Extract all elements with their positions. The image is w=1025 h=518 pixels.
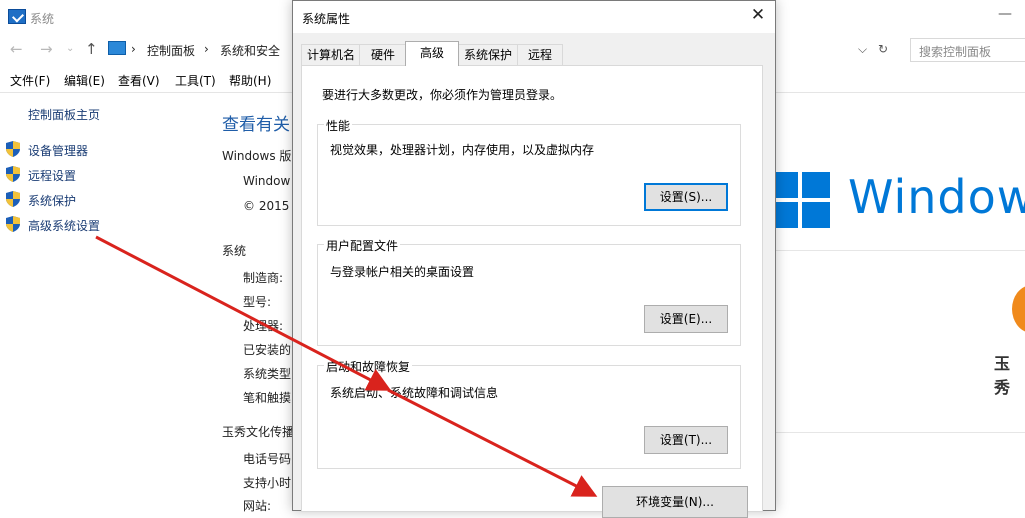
sidebar-item-advanced-settings[interactable]: 高级系统设置 [28,217,100,234]
section-divider [772,432,1025,433]
pen-touch-label: 笔和触摸 [243,391,292,405]
user-profiles-desc: 与登录帐户相关的桌面设置 [330,265,475,279]
forward-arrow-icon[interactable]: → [40,40,53,58]
section-divider [772,250,1025,251]
windows-logo-icon [770,172,832,230]
performance-desc: 视觉效果，处理器计划，内存使用，以及虚拟内存 [330,143,595,157]
system-app-icon [8,9,26,24]
advanced-tab-panel: 要进行大多数更改，你必须作为管理员登录。 性能 视觉效果，处理器计划，内存使用，… [301,65,763,518]
tab-computer-name[interactable]: 计算机名 [301,44,361,65]
startup-recovery-legend: 启动和故障恢复 [324,358,413,375]
shield-icon [6,216,20,232]
company-section-label: 玉秀文化传播 [222,425,295,439]
system-section-label: 系统 [222,244,247,258]
tab-remote[interactable]: 远程 [517,44,563,65]
sidebar-item-device-manager[interactable]: 设备管理器 [28,142,88,159]
user-profiles-legend: 用户配置文件 [324,237,401,254]
breadcrumb-sep-1: › [131,42,136,56]
bg-window-title: 系统 [30,12,55,26]
tab-advanced[interactable]: 高级 [405,41,459,66]
breadcrumb-sep-2: › [204,42,209,56]
tab-hardware[interactable]: 硬件 [359,44,407,65]
performance-group: 性能 视觉效果，处理器计划，内存使用，以及虚拟内存 设置(S)... [317,117,741,226]
performance-settings-button[interactable]: 设置(S)... [644,183,728,211]
menu-view[interactable]: 查看(V) [118,72,160,89]
tab-system-protection[interactable]: 系统保护 [457,44,519,65]
sidebar-item-system-protection[interactable]: 系统保护 [28,192,76,209]
menu-edit[interactable]: 编辑(E) [64,72,105,89]
system-properties-dialog: 系统属性 ✕ 计算机名 硬件 高级 系统保护 远程 要进行大多数更改，你必须作为… [292,0,776,518]
dialog-titlebar[interactable]: 系统属性 ✕ [293,1,775,33]
minimize-icon[interactable]: — [998,6,1012,22]
recent-dropdown-icon[interactable]: ⌄ [66,43,74,54]
menu-help[interactable]: 帮助(H) [229,72,271,89]
performance-legend: 性能 [324,117,353,134]
search-placeholder: 搜索控制面板 [919,45,992,59]
page-title: 查看有关 [222,115,290,135]
windows-edition-label: Windows 版 [222,149,292,163]
sidebar-item-remote-settings[interactable]: 远程设置 [28,167,76,184]
oem-company-name: 玉秀 [994,354,1011,397]
website-label: 网站: [243,499,272,513]
menu-bar: 文件(F) 编辑(E) 查看(V) 工具(T) 帮助(H) [0,70,300,92]
processor-label: 处理器: [243,319,284,333]
installed-memory-label: 已安装的 [243,343,292,357]
control-panel-icon [108,41,126,55]
manufacturer-label: 制造商: [243,271,284,285]
shield-icon [6,191,20,207]
startup-recovery-group: 启动和故障恢复 系统启动、系统故障和调试信息 设置(T)... [317,358,741,469]
shield-icon [6,141,20,157]
control-panel-home-link[interactable]: 控制面板主页 [28,106,100,123]
menu-file[interactable]: 文件(F) [10,72,50,89]
breadcrumb-system-security[interactable]: 系统和安全 [220,42,280,59]
up-arrow-icon[interactable]: ↑ [85,40,98,58]
shield-icon [6,166,20,182]
breadcrumb-control-panel[interactable]: 控制面板 [147,42,195,59]
back-arrow-icon[interactable]: ← [10,40,23,58]
dialog-title: 系统属性 [302,12,351,26]
system-type-label: 系统类型 [243,367,292,381]
address-dropdown-icon[interactable]: ⌵ [858,42,867,57]
menu-tools[interactable]: 工具(T) [175,72,216,89]
refresh-icon[interactable]: ↻ [878,42,888,56]
windows-edition-value: Window [243,174,291,188]
startup-recovery-settings-button[interactable]: 设置(T)... [644,426,728,454]
oem-logo [1012,285,1025,333]
admin-note: 要进行大多数更改，你必须作为管理员登录。 [322,88,563,102]
search-input[interactable]: 搜索控制面板 [910,38,1025,62]
user-profiles-settings-button[interactable]: 设置(E)... [644,305,728,333]
copyright-text: © 2015 [243,199,290,213]
phone-label: 电话号码 [243,452,292,466]
user-profiles-group: 用户配置文件 与登录帐户相关的桌面设置 设置(E)... [317,237,741,346]
environment-variables-button[interactable]: 环境变量(N)... [602,486,748,518]
windows-logo-text: Windows [848,170,1025,224]
support-hours-label: 支持小时 [243,476,292,490]
model-label: 型号: [243,295,272,309]
close-icon[interactable]: ✕ [747,5,769,27]
startup-recovery-desc: 系统启动、系统故障和调试信息 [330,386,499,400]
